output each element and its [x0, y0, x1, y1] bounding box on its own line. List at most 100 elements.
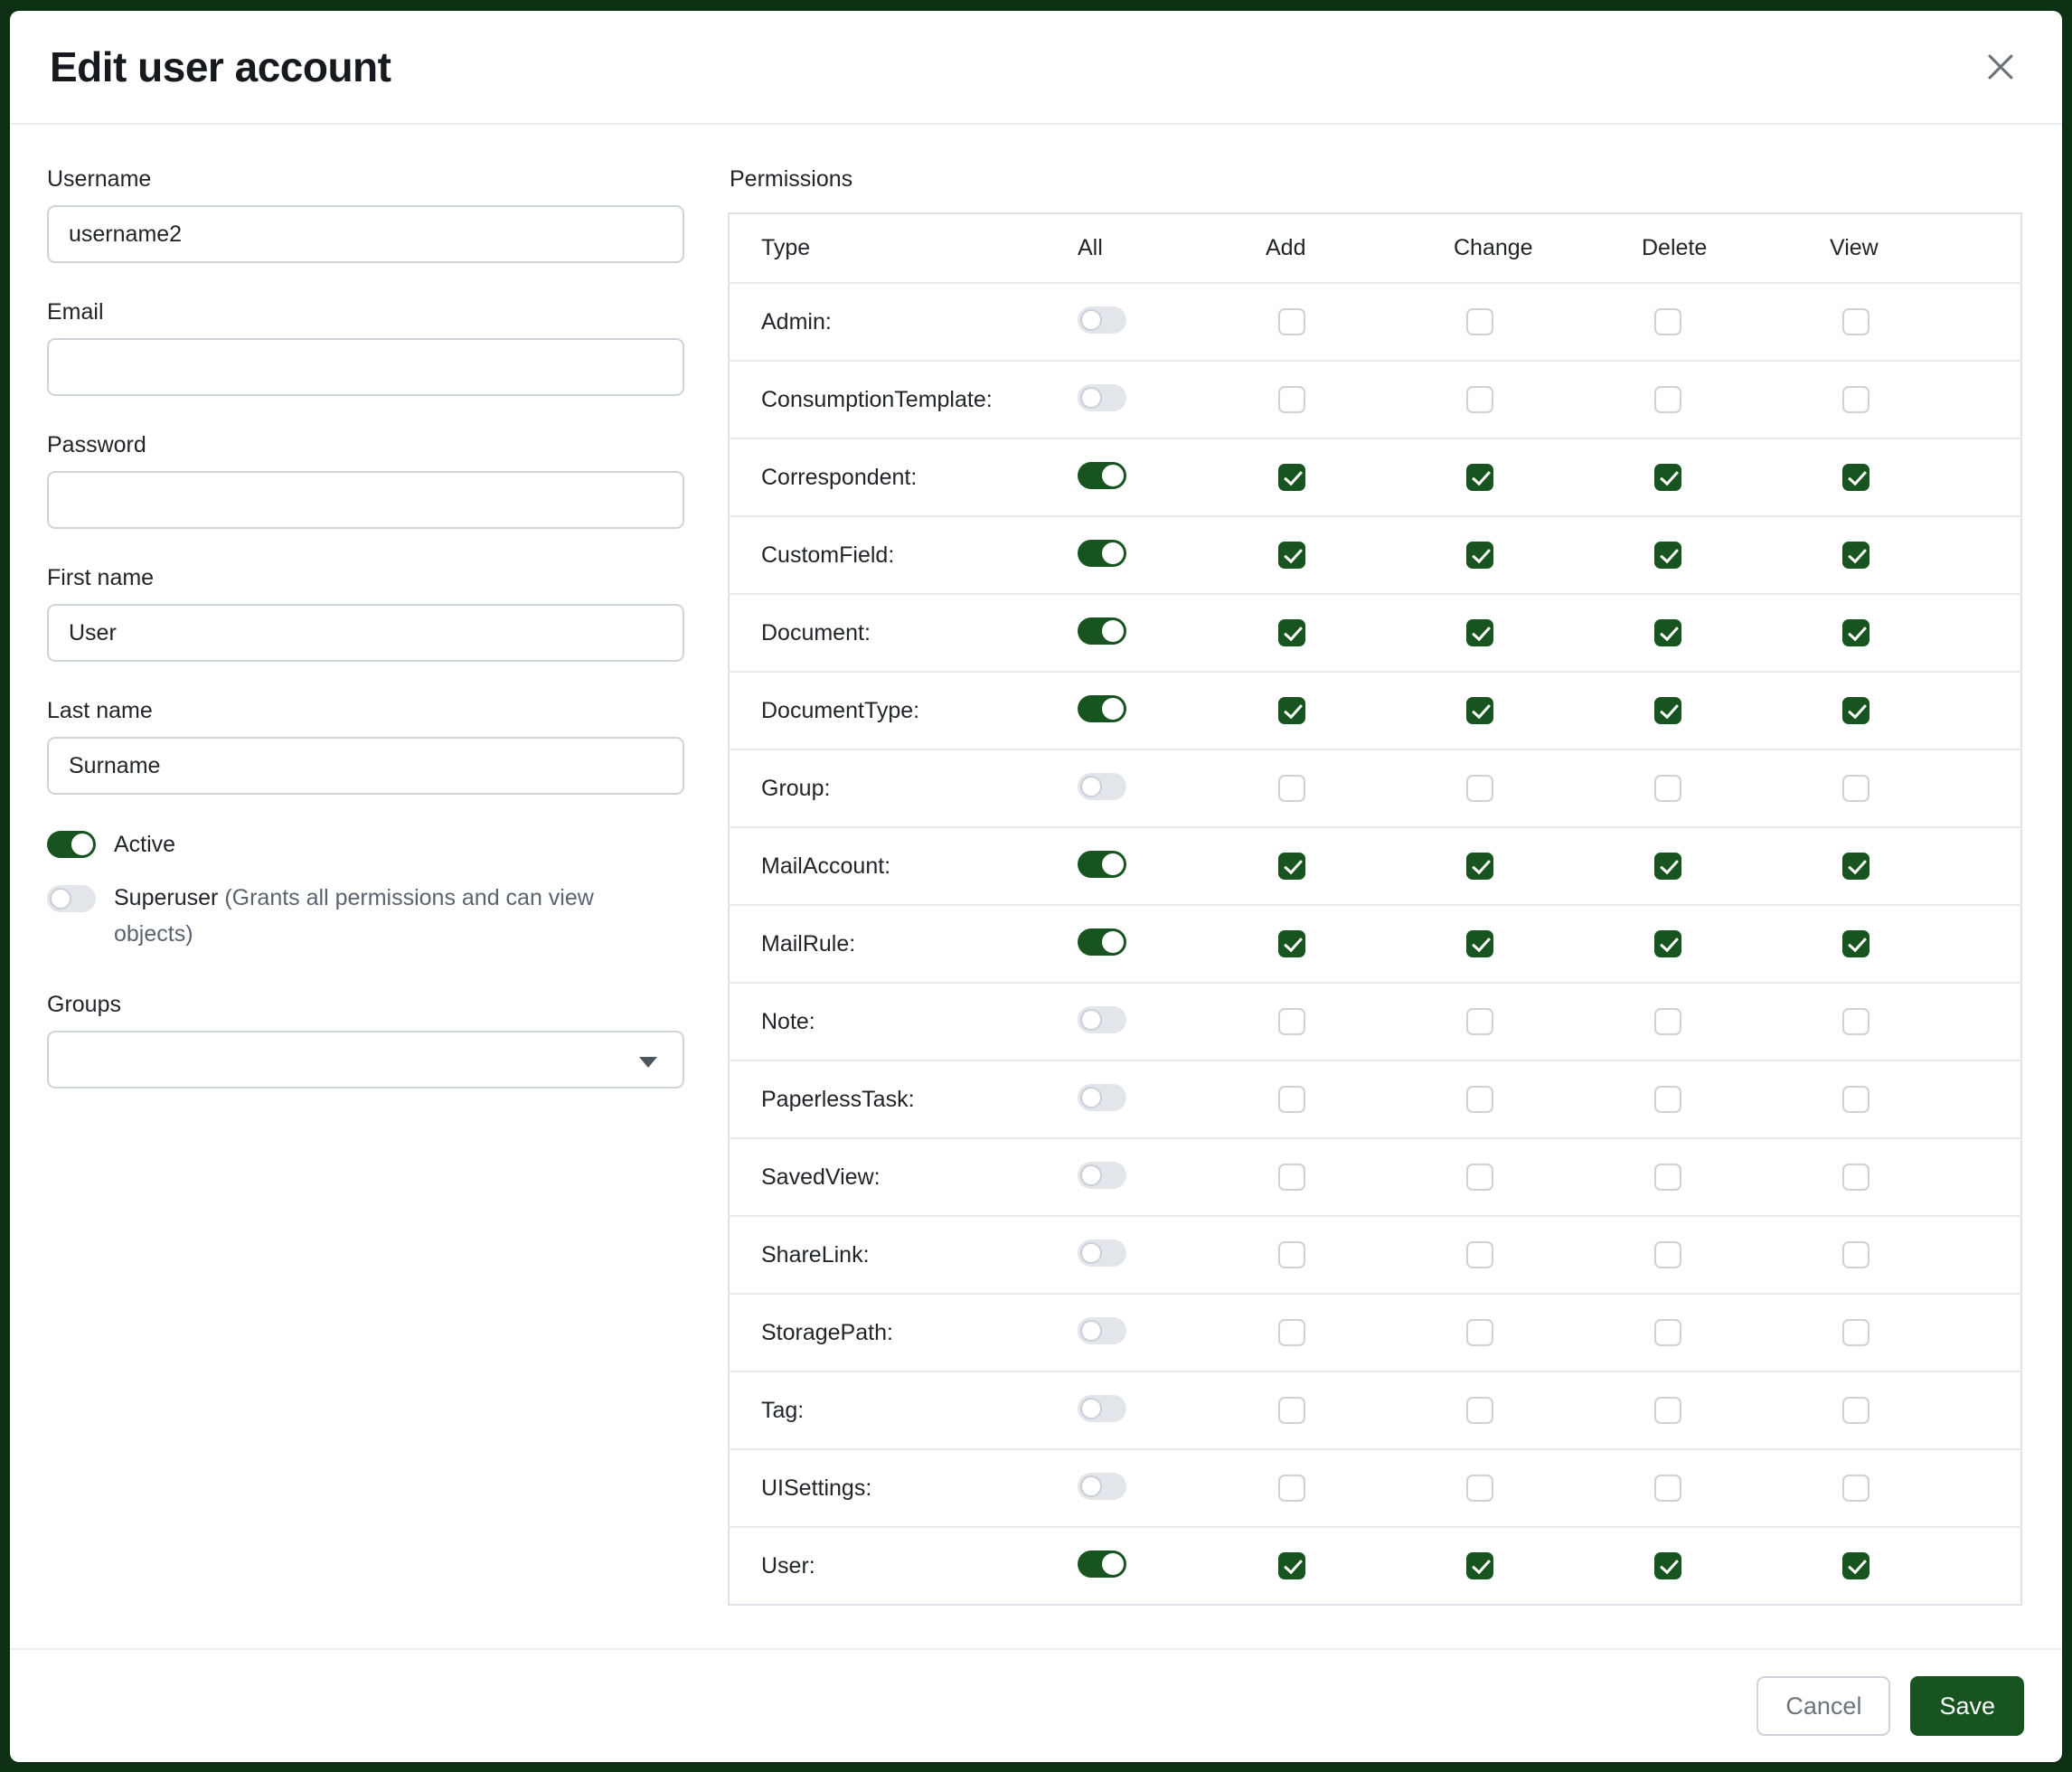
storagepath-change-checkbox[interactable]: [1466, 1319, 1493, 1346]
group-view-checkbox[interactable]: [1842, 775, 1870, 802]
note-delete-checkbox[interactable]: [1654, 1008, 1681, 1035]
consumptiontemplate-view-checkbox[interactable]: [1842, 386, 1870, 413]
correspondent-delete-checkbox[interactable]: [1654, 464, 1681, 491]
user-change-checkbox[interactable]: [1466, 1552, 1493, 1579]
customfield-delete-checkbox[interactable]: [1654, 542, 1681, 569]
paperlesstask-view-checkbox[interactable]: [1842, 1086, 1870, 1113]
username-input[interactable]: [47, 205, 684, 263]
consumptiontemplate-delete-checkbox[interactable]: [1654, 386, 1681, 413]
admin-change-checkbox[interactable]: [1466, 308, 1493, 335]
consumptiontemplate-add-checkbox[interactable]: [1278, 386, 1305, 413]
sharelink-add-checkbox[interactable]: [1278, 1241, 1305, 1268]
tag-add-checkbox[interactable]: [1278, 1397, 1305, 1424]
consumptiontemplate-all-toggle[interactable]: [1078, 384, 1126, 411]
document-change-checkbox[interactable]: [1466, 619, 1493, 646]
note-change-checkbox[interactable]: [1466, 1008, 1493, 1035]
customfield-add-checkbox[interactable]: [1278, 542, 1305, 569]
mailrule-delete-checkbox[interactable]: [1654, 930, 1681, 957]
mailrule-view-checkbox[interactable]: [1842, 930, 1870, 957]
tag-change-checkbox[interactable]: [1466, 1397, 1493, 1424]
mailaccount-delete-checkbox[interactable]: [1654, 853, 1681, 880]
superuser-toggle[interactable]: [47, 885, 96, 912]
mailrule-all-toggle[interactable]: [1078, 928, 1126, 956]
uisettings-delete-checkbox[interactable]: [1654, 1475, 1681, 1502]
first-name-input[interactable]: [47, 604, 684, 662]
document-view-checkbox[interactable]: [1842, 619, 1870, 646]
paperlesstask-change-checkbox[interactable]: [1466, 1086, 1493, 1113]
admin-view-checkbox[interactable]: [1842, 308, 1870, 335]
storagepath-delete-checkbox[interactable]: [1654, 1319, 1681, 1346]
sharelink-change-checkbox[interactable]: [1466, 1241, 1493, 1268]
uisettings-add-checkbox[interactable]: [1278, 1475, 1305, 1502]
mailaccount-all-toggle[interactable]: [1078, 851, 1126, 878]
password-input[interactable]: [47, 471, 684, 529]
note-view-checkbox[interactable]: [1842, 1008, 1870, 1035]
customfield-change-checkbox[interactable]: [1466, 542, 1493, 569]
tag-delete-checkbox[interactable]: [1654, 1397, 1681, 1424]
permissions-table-head: Type All Add Change Delete View: [729, 213, 2021, 283]
paperlesstask-delete-checkbox[interactable]: [1654, 1086, 1681, 1113]
admin-add-checkbox[interactable]: [1278, 308, 1305, 335]
group-add-checkbox[interactable]: [1278, 775, 1305, 802]
correspondent-view-checkbox[interactable]: [1842, 464, 1870, 491]
group-delete-checkbox[interactable]: [1654, 775, 1681, 802]
note-add-checkbox[interactable]: [1278, 1008, 1305, 1035]
mailaccount-change-checkbox[interactable]: [1466, 853, 1493, 880]
tag-all-toggle[interactable]: [1078, 1395, 1126, 1422]
mailaccount-add-checkbox[interactable]: [1278, 853, 1305, 880]
tag-view-checkbox[interactable]: [1842, 1397, 1870, 1424]
documenttype-view-checkbox[interactable]: [1842, 697, 1870, 724]
paperlesstask-all-toggle[interactable]: [1078, 1084, 1126, 1111]
user-view-checkbox[interactable]: [1842, 1552, 1870, 1579]
consumptiontemplate-change-checkbox[interactable]: [1466, 386, 1493, 413]
documenttype-add-checkbox[interactable]: [1278, 697, 1305, 724]
savedview-all-toggle[interactable]: [1078, 1162, 1126, 1189]
sharelink-view-checkbox[interactable]: [1842, 1241, 1870, 1268]
correspondent-all-toggle[interactable]: [1078, 462, 1126, 489]
sharelink-delete-checkbox[interactable]: [1654, 1241, 1681, 1268]
customfield-all-toggle[interactable]: [1078, 540, 1126, 567]
group-all-toggle[interactable]: [1078, 773, 1126, 800]
permission-delete-cell: [1642, 905, 1830, 983]
groups-select[interactable]: [47, 1031, 684, 1089]
documenttype-all-toggle[interactable]: [1078, 695, 1126, 722]
email-input[interactable]: [47, 338, 684, 396]
paperlesstask-add-checkbox[interactable]: [1278, 1086, 1305, 1113]
documenttype-delete-checkbox[interactable]: [1654, 697, 1681, 724]
document-all-toggle[interactable]: [1078, 617, 1126, 645]
cancel-button[interactable]: Cancel: [1756, 1676, 1890, 1736]
savedview-delete-checkbox[interactable]: [1654, 1164, 1681, 1191]
close-icon[interactable]: [1975, 42, 2026, 92]
user-delete-checkbox[interactable]: [1654, 1552, 1681, 1579]
storagepath-add-checkbox[interactable]: [1278, 1319, 1305, 1346]
mailrule-add-checkbox[interactable]: [1278, 930, 1305, 957]
mailrule-change-checkbox[interactable]: [1466, 930, 1493, 957]
save-button[interactable]: Save: [1910, 1676, 2024, 1736]
permission-row-paperlesstask: PaperlessTask:: [729, 1060, 2021, 1138]
uisettings-change-checkbox[interactable]: [1466, 1475, 1493, 1502]
group-change-checkbox[interactable]: [1466, 775, 1493, 802]
sharelink-all-toggle[interactable]: [1078, 1239, 1126, 1267]
savedview-change-checkbox[interactable]: [1466, 1164, 1493, 1191]
storagepath-all-toggle[interactable]: [1078, 1317, 1126, 1344]
documenttype-change-checkbox[interactable]: [1466, 697, 1493, 724]
user-all-toggle[interactable]: [1078, 1550, 1126, 1578]
savedview-add-checkbox[interactable]: [1278, 1164, 1305, 1191]
document-delete-checkbox[interactable]: [1654, 619, 1681, 646]
savedview-view-checkbox[interactable]: [1842, 1164, 1870, 1191]
admin-delete-checkbox[interactable]: [1654, 308, 1681, 335]
uisettings-all-toggle[interactable]: [1078, 1473, 1126, 1500]
permission-row-consumptiontemplate: ConsumptionTemplate:: [729, 361, 2021, 438]
customfield-view-checkbox[interactable]: [1842, 542, 1870, 569]
storagepath-view-checkbox[interactable]: [1842, 1319, 1870, 1346]
last-name-input[interactable]: [47, 737, 684, 795]
note-all-toggle[interactable]: [1078, 1006, 1126, 1033]
correspondent-change-checkbox[interactable]: [1466, 464, 1493, 491]
active-toggle[interactable]: [47, 831, 96, 858]
mailaccount-view-checkbox[interactable]: [1842, 853, 1870, 880]
correspondent-add-checkbox[interactable]: [1278, 464, 1305, 491]
admin-all-toggle[interactable]: [1078, 306, 1126, 334]
user-add-checkbox[interactable]: [1278, 1552, 1305, 1579]
uisettings-view-checkbox[interactable]: [1842, 1475, 1870, 1502]
document-add-checkbox[interactable]: [1278, 619, 1305, 646]
